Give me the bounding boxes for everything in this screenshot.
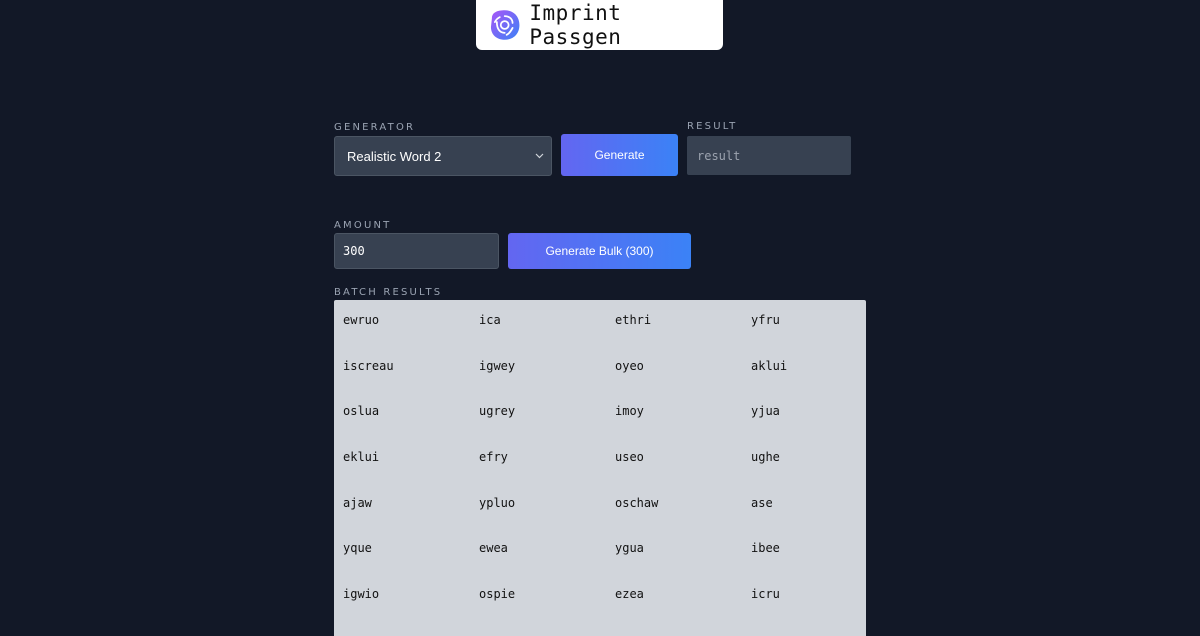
result-field[interactable]: result [686,135,852,176]
batch-result-item: useo [615,450,644,465]
batch-result-item: oschaw [615,495,659,510]
amount-input[interactable]: 300 [334,233,499,269]
batch-result-item: imoy [615,404,644,419]
batch-result-item: ica [479,313,501,327]
amount-label: AMOUNT [334,220,392,231]
result-label: RESULT [687,121,738,132]
batch-result-item: ugrey [479,404,516,419]
batch-result-item: yque [343,541,372,556]
chevron-down-icon [533,149,545,163]
batch-result-item: yfru [751,313,780,327]
brand-header: Imprint Passgen [476,0,723,50]
batch-result-item: oslua [343,404,380,419]
batch-result-item: ibee [751,541,780,556]
generate-bulk-button[interactable]: Generate Bulk (300) [508,233,691,269]
batch-result-item: yjua [751,404,780,419]
amount-value: 300 [343,244,365,258]
batch-result-item: efry [479,450,508,465]
batch-result-item: ajaw [343,495,372,510]
batch-result-item: ase [751,495,773,510]
generate-button[interactable]: Generate [561,134,678,176]
batch-result-item: iscreau [343,358,394,373]
batch-result-item: ewruo [343,313,380,327]
batch-fade [334,610,866,636]
batch-results-grid: ewruo ica ethri yfru iscreau igwey oyeo aklui os… [334,300,866,620]
generator-selected-value: Realistic Word 2 [347,148,442,164]
batch-results-panel[interactable]: ewruo ica ethri yfru iscreau igwey oyeo aklui os… [334,300,866,636]
generator-label: GENERATOR [334,122,416,133]
batch-result-item: igwey [479,358,516,373]
batch-result-item: eklui [343,450,380,465]
result-placeholder: result [697,148,741,163]
brand-name: Imprint Passgen [529,1,622,49]
batch-result-item: oyeo [615,358,644,373]
page: Imprint Passgen GENERATOR RESULT Realist… [0,0,1200,636]
batch-result-item: ughe [751,450,780,465]
imprint-logo-icon [490,10,520,40]
batch-results-label: BATCH RESULTS [334,287,443,298]
batch-result-item: ethri [615,313,652,327]
batch-result-item: ygua [615,541,644,556]
batch-result-item: aklui [751,358,788,373]
batch-result-item: ypluo [479,495,516,510]
generator-select[interactable]: Realistic Word 2 [334,136,552,176]
batch-result-item: ewea [479,541,508,556]
